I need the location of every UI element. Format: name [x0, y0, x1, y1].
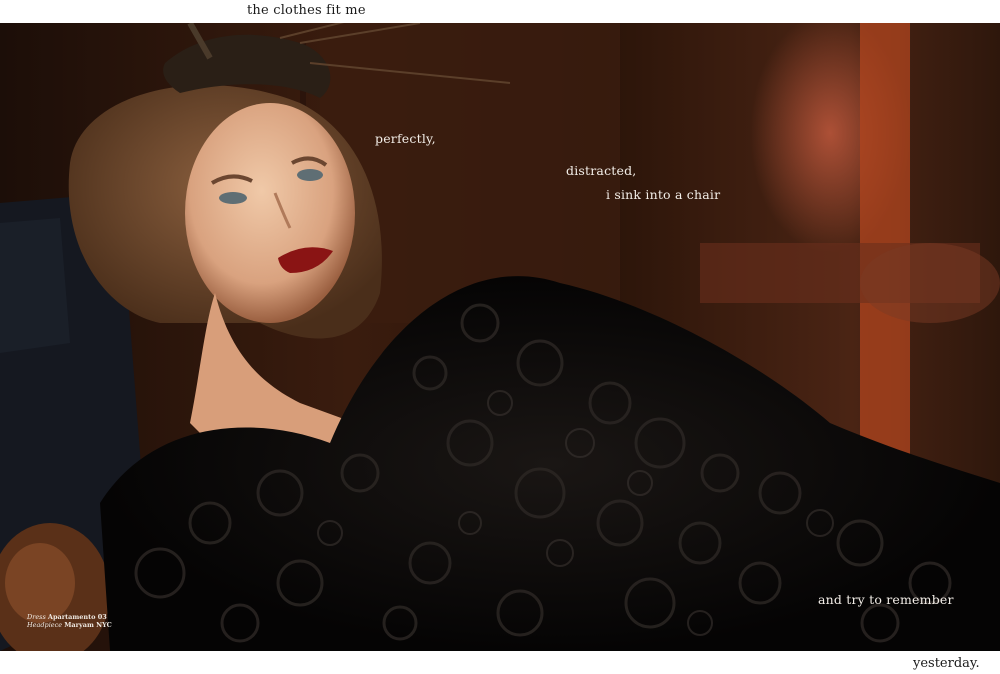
credit-label-dress: Dress [27, 613, 46, 621]
credit-label-headpiece: Headpiece [27, 621, 63, 629]
magazine-spread: the clothes fit me perfectly, distracted… [0, 0, 1000, 674]
editorial-photo: perfectly, distracted, i sink into a cha… [0, 23, 1000, 651]
photo-credits: Dress Apartamento 03 Headpiece Maryam NY… [27, 613, 112, 629]
overlay-text-sink: i sink into a chair [606, 187, 721, 202]
header-text: the clothes fit me [247, 3, 366, 18]
overlay-text-remember: and try to remember [818, 592, 954, 607]
overlay-text-perfectly: perfectly, [375, 131, 436, 146]
credit-value-dress: Apartamento 03 [47, 613, 107, 621]
overlay-text-distracted: distracted, [566, 163, 637, 178]
photo-illustration [0, 23, 1000, 651]
footer-text: yesterday. [913, 656, 980, 671]
credit-line-dress: Dress Apartamento 03 [27, 613, 112, 621]
credit-line-headpiece: Headpiece Maryam NYC [27, 621, 112, 629]
credit-value-headpiece: Maryam NYC [64, 621, 112, 629]
